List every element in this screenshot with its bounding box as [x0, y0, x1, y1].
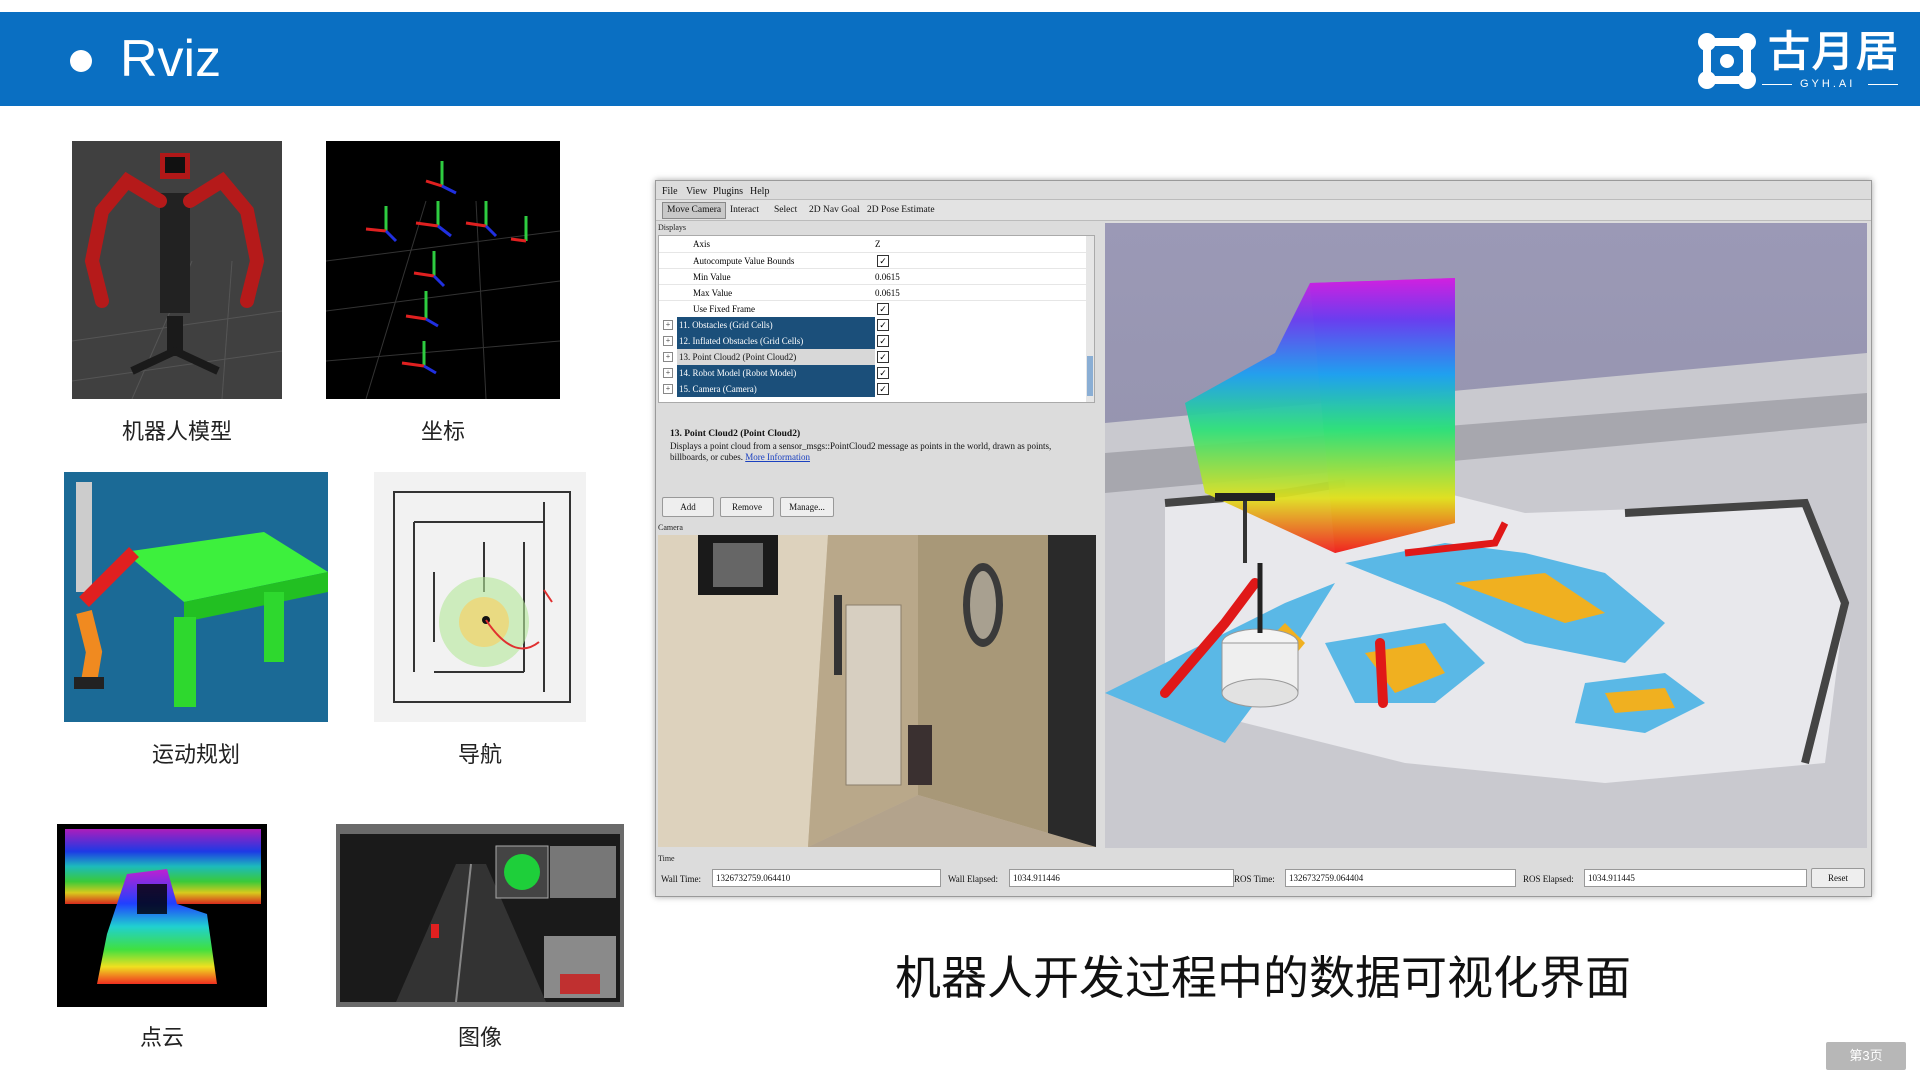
scrollbar[interactable] — [1086, 236, 1094, 402]
checkbox[interactable]: ✓ — [877, 367, 889, 379]
displays-panel-title: Displays — [658, 223, 686, 232]
bullet-icon — [70, 50, 92, 72]
time-panel-title: Time — [658, 854, 675, 863]
caption-robot-model: 机器人模型 — [121, 420, 232, 445]
display-item[interactable]: +14. Robot Model (Robot Model) ✓ — [659, 365, 1094, 381]
point-cloud-image — [57, 824, 267, 1007]
reset-button[interactable]: Reset — [1811, 868, 1865, 888]
tool-2d-pose-estimate[interactable]: 2D Pose Estimate — [867, 205, 935, 215]
expand-icon[interactable]: + — [663, 352, 673, 362]
expand-icon[interactable]: + — [663, 384, 673, 394]
more-info-link[interactable]: More Information — [745, 452, 810, 462]
tool-move-camera[interactable]: Move Camera — [662, 202, 727, 219]
property-row[interactable]: Axis Z — [659, 236, 1094, 252]
menu-plugins[interactable]: Plugins — [713, 186, 743, 197]
menu-view[interactable]: View — [686, 186, 707, 197]
expand-icon[interactable]: + — [663, 368, 673, 378]
displays-tree[interactable]: Axis Z Autocompute Value Bounds ✓ Min Valu… — [658, 235, 1095, 403]
display-item[interactable]: +12. Inflated Obstacles (Grid Cells) ✓ — [659, 333, 1094, 349]
tool-2d-nav-goal[interactable]: 2D Nav Goal — [809, 205, 860, 215]
3d-view[interactable] — [1105, 223, 1867, 848]
display-item[interactable]: +13. Point Cloud2 (Point Cloud2) ✓ — [659, 349, 1094, 365]
caption-coordinates: 坐标 — [420, 420, 465, 445]
caption-navigation: 导航 — [457, 743, 502, 768]
property-row[interactable]: Use Fixed Frame ✓ — [659, 300, 1094, 317]
slide-title: Rviz — [120, 30, 222, 88]
ros-elapsed-label: ROS Elapsed: — [1523, 874, 1574, 884]
manage-button[interactable]: Manage... — [780, 497, 834, 517]
wall-time-label: Wall Time: — [661, 874, 702, 884]
header-bar — [0, 12, 1920, 106]
ros-time-field[interactable]: 1326732759.064404 — [1285, 869, 1516, 887]
description-text: Displays a point cloud from a sensor_msg… — [670, 441, 1052, 462]
checkbox[interactable]: ✓ — [877, 351, 889, 363]
wall-elapsed-label: Wall Elapsed: — [948, 874, 999, 884]
motion-planning-image — [64, 472, 328, 722]
image-view-image — [336, 824, 624, 1007]
camera-panel-title: Camera — [658, 523, 683, 532]
caption-image: 图像 — [457, 1026, 502, 1051]
property-row[interactable]: Max Value 0.0615 — [659, 284, 1094, 301]
expand-icon[interactable]: + — [663, 336, 673, 346]
logo-subtext: GYH.AI — [1800, 78, 1856, 90]
caption-point-cloud: 点云 — [139, 1026, 184, 1051]
ros-time-label: ROS Time: — [1234, 874, 1275, 884]
add-button[interactable]: Add — [662, 497, 714, 517]
caption-motion-planning: 运动规划 — [151, 743, 240, 768]
tool-select[interactable]: Select — [774, 205, 797, 215]
wall-time-field[interactable]: 1326732759.064410 — [712, 869, 941, 887]
display-item[interactable]: +15. Camera (Camera) ✓ — [659, 381, 1094, 397]
checkbox[interactable]: ✓ — [877, 383, 889, 395]
page-number: 第3页 — [1826, 1042, 1906, 1070]
logo-text: 古月居 — [1768, 28, 1901, 75]
remove-button[interactable]: Remove — [720, 497, 774, 517]
rviz-window: File View Plugins Help Move Camera Inter… — [655, 180, 1872, 897]
checkbox[interactable]: ✓ — [877, 303, 889, 315]
camera-view — [658, 535, 1096, 847]
ros-elapsed-field[interactable]: 1034.911445 — [1584, 869, 1807, 887]
property-row[interactable]: Autocompute Value Bounds ✓ — [659, 252, 1094, 269]
description-title: 13. Point Cloud2 (Point Cloud2) — [670, 429, 801, 439]
wall-elapsed-field[interactable]: 1034.911446 — [1009, 869, 1234, 887]
slide-subtitle: 机器人开发过程中的数据可视化界面 — [895, 951, 1631, 1005]
menu-help[interactable]: Help — [750, 186, 769, 197]
coordinates-image — [326, 141, 560, 399]
property-row[interactable]: Min Value 0.0615 — [659, 268, 1094, 285]
tool-interact[interactable]: Interact — [730, 205, 759, 215]
checkbox[interactable]: ✓ — [877, 255, 889, 267]
navigation-image — [374, 472, 586, 722]
logo-icon — [1698, 33, 1756, 89]
checkbox[interactable]: ✓ — [877, 319, 889, 331]
menu-file[interactable]: File — [662, 186, 678, 197]
expand-icon[interactable]: + — [663, 320, 673, 330]
robot-model-image — [72, 141, 282, 399]
display-item[interactable]: +11. Obstacles (Grid Cells) ✓ — [659, 317, 1094, 333]
checkbox[interactable]: ✓ — [877, 335, 889, 347]
